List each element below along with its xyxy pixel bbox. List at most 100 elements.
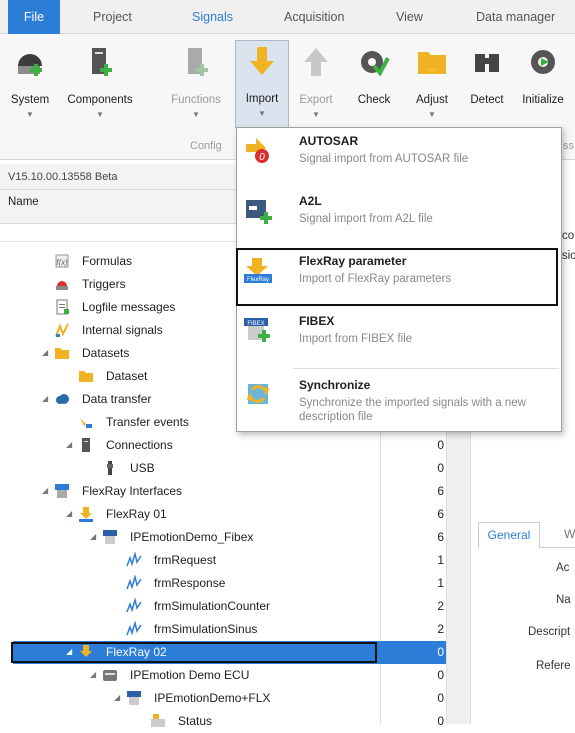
ribbon-group-label: ss [563,140,574,152]
tree-row-label: Datasets [82,346,130,360]
svg-text:...: ... [429,63,436,72]
check-gear-icon [361,51,390,77]
chevron-down-icon: ▼ [428,110,436,119]
menu-item-a2l[interactable]: A2L Signal import from A2L file [237,188,561,248]
trigger-icon [56,281,68,290]
transfer-event-icon [80,418,92,428]
tree-row-label: Triggers [82,277,126,291]
selection-highlight [11,642,377,663]
expand-toggle-icon[interactable]: ◢ [42,486,48,495]
tab-general[interactable]: General [478,522,540,548]
name-header-label: Name [8,196,39,208]
chevron-down-icon: ▼ [26,110,34,119]
tree-row[interactable]: ◢ IPEmotionDemo+FLX 0 [0,687,446,710]
tree-row-label: FlexRay 01 [106,507,167,521]
tree-row-count: 0 [437,438,444,452]
binoculars-icon [475,54,499,72]
import-label: Import [245,93,279,105]
status-icon [151,714,165,727]
functions-icon [188,48,208,76]
tab-view[interactable]: View [396,0,423,34]
expand-toggle-icon[interactable]: ◢ [90,532,96,541]
adjust-button[interactable]: ... Adjust ▼ [402,42,462,124]
autosar-icon: 0 [246,138,269,163]
tab-project[interactable]: Project [93,0,132,34]
cloud-icon [56,394,69,404]
tree-row-label: Logfile messages [82,300,176,314]
signal-wave-icon [126,621,142,636]
tab-signals[interactable]: Signals [192,0,233,34]
folder-icon: ... [418,52,446,74]
tree-row-count: 0 [437,691,444,705]
menu-item-fibex[interactable]: FIBEX FIBEX Import from FIBEX file [237,308,561,368]
connection-icon [82,438,90,452]
menu-item-autosar[interactable]: 0 AUTOSAR Signal import from AUTOSAR fil… [237,128,561,188]
menu-item-title: AUTOSAR [299,134,359,148]
tree-row[interactable]: ◢ FlexRay 01 6 [0,503,446,526]
svg-text:0: 0 [259,152,265,163]
chevron-down-icon: ▼ [96,110,104,119]
tab-file[interactable]: File [8,0,60,34]
tree-row-count: 2 [437,622,444,636]
menu-item-title: FIBEX [299,314,335,328]
export-arrow-icon [304,48,328,76]
tree-row[interactable]: ◢ Connections 0 [0,434,446,457]
menu-item-description: Synchronize the imported signals with a … [299,397,526,423]
tree-row-label: USB [130,461,155,475]
initialize-gear-icon [531,50,555,74]
system-button[interactable]: System ▼ [0,42,60,124]
tree-row[interactable]: frmSimulationSinus 2 [0,618,446,641]
components-button[interactable]: Components ▼ [62,42,138,124]
tree-row[interactable]: frmResponse 1 [0,572,446,595]
expand-toggle-icon[interactable]: ◢ [42,394,48,403]
detect-button[interactable]: Detect [458,42,516,124]
tree-row-count: 0 [437,668,444,682]
functions-label: Functions [171,94,221,106]
signal-wave-icon [126,598,142,613]
folder-icon [79,371,93,382]
tree-row-count: 1 [437,553,444,567]
tree-row[interactable]: ◢ FlexRay Interfaces 6 [0,480,446,503]
properties-tabs: General W [478,522,575,548]
expand-toggle-icon[interactable]: ◢ [114,693,120,702]
tab-w[interactable]: W [564,527,575,541]
tree-row[interactable]: ◢ IPEmotion Demo ECU 0 [0,664,446,687]
export-label: Export [299,94,333,106]
internal-signal-icon [55,323,69,337]
import-button[interactable]: Import ▼ [235,40,289,128]
right-pane-text: co [562,230,575,242]
functions-button[interactable]: Functions ▼ [166,42,226,124]
tree-row-count: 1 [437,576,444,590]
check-button[interactable]: Check [344,42,404,124]
flexray-interface-icon [55,484,69,498]
ribbon-tab-bar: File Project Signals Acquisition View Da… [0,0,575,34]
svg-text:f(x): f(x) [56,258,68,267]
menu-divider [293,368,559,369]
tab-data-manager[interactable]: Data manager [476,0,555,34]
tree-row[interactable]: frmSimulationCounter 2 [0,595,446,618]
tree-row-count: 0 [437,461,444,475]
expand-toggle-icon[interactable]: ◢ [90,670,96,679]
expand-toggle-icon[interactable]: ◢ [66,440,72,449]
formula-icon: f(x) [55,254,69,268]
tree-row[interactable]: frmRequest 1 [0,549,446,572]
menu-item-synchronize[interactable]: Synchronize Synchronize the imported sig… [237,372,561,432]
system-icon [18,54,42,76]
tree-row-count: 6 [437,484,444,498]
tree-row-count: 0 [437,645,444,659]
chevron-down-icon: ▼ [192,110,200,119]
tree-row[interactable]: ◢ IPEmotionDemo_Fibex 6 [0,526,446,549]
tree-row-count: 2 [437,599,444,613]
ecu-icon [103,670,117,681]
tree-row-label: Connections [106,438,173,452]
export-button[interactable]: Export ▼ [286,42,346,124]
expand-toggle-icon[interactable]: ◢ [42,348,48,357]
expand-toggle-icon[interactable]: ◢ [66,509,72,518]
initialize-button[interactable]: Initialize [512,42,574,124]
tree-row[interactable]: Status 0 [0,710,446,733]
check-label: Check [357,94,391,106]
tree-row[interactable]: USB 0 [0,457,446,480]
tab-acquisition[interactable]: Acquisition [284,0,344,34]
tree-row-label: Formulas [82,254,133,268]
tree-row-label: frmResponse [154,576,226,590]
